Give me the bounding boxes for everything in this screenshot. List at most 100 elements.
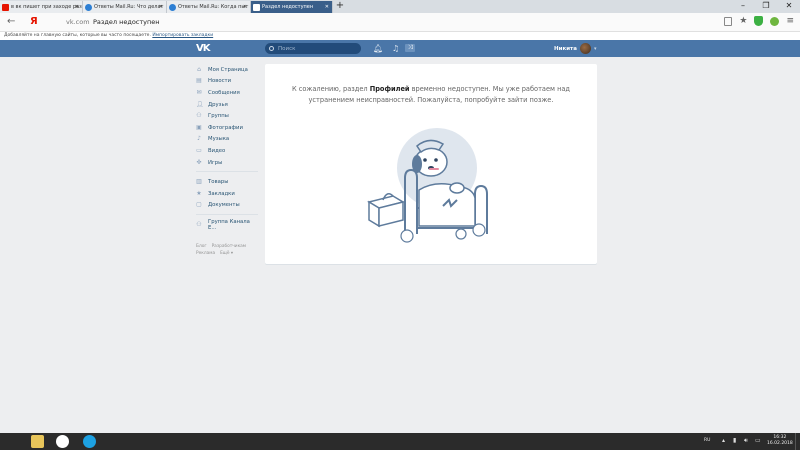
- sidebar-item-friends[interactable]: 👤︎ Друзья: [196, 99, 258, 111]
- language-indicator[interactable]: RU: [704, 438, 710, 443]
- sidebar-item-my-page[interactable]: ⌂ Моя Страница: [196, 64, 258, 76]
- browser-tab-1[interactable]: в вк пишет при заходе раз ✕: [0, 1, 83, 13]
- back-arrow-icon[interactable]: ←: [7, 16, 15, 27]
- protect-shield-icon[interactable]: [754, 16, 764, 26]
- sidebar-divider: [196, 171, 258, 173]
- yandex-browser-icon[interactable]: [56, 435, 69, 448]
- footer-link-ads[interactable]: Реклама: [196, 251, 215, 256]
- sidebar-item-group-channel[interactable]: ⚇ Группа Канала Е...: [196, 219, 258, 231]
- sidebar-item-photos[interactable]: ▣ Фотографии: [196, 122, 258, 134]
- friends-icon: 👤︎: [196, 100, 204, 108]
- sidebar-footer: Блог Разработчикам Реклама Ещё ▾: [196, 243, 258, 257]
- photo-icon: ▣: [196, 123, 202, 131]
- error-card: К сожалению, раздел Профилей временно не…: [265, 64, 597, 264]
- browser-menu-icon[interactable]: ≡: [786, 16, 794, 26]
- sidebar-item-label: Документы: [208, 202, 240, 209]
- reader-mode-icon[interactable]: [724, 16, 733, 26]
- left-sidebar: ⌂ Моя Страница ▤ Новости ✉ Сообщения 👤︎ Друз…: [196, 64, 258, 257]
- close-tab-icon[interactable]: ✕: [159, 4, 163, 10]
- games-icon: ✜: [196, 158, 202, 166]
- search-input[interactable]: [278, 45, 358, 52]
- sidebar-item-bookmarks[interactable]: ★ Закладки: [196, 188, 258, 200]
- sidebar-item-label: Друзья: [208, 101, 228, 108]
- sidebar-item-music[interactable]: ♪ Музыка: [196, 134, 258, 146]
- shuffle-icon[interactable]: ⤨: [405, 44, 415, 52]
- sidebar-item-label: Моя Страница: [208, 66, 248, 73]
- tab-title: в вк пишет при заходе раз: [11, 4, 82, 10]
- home-icon: ⌂: [197, 65, 201, 73]
- bookmark-star-icon[interactable]: ★: [739, 16, 747, 26]
- music-player-icon[interactable]: ♫: [392, 44, 399, 53]
- browser-tab-bar: в вк пишет при заходе раз ✕ Ответы Mail.…: [0, 0, 800, 13]
- mailru-favicon-icon: [169, 3, 176, 11]
- yandex-logo-icon[interactable]: Я: [30, 16, 38, 27]
- import-bookmarks-link[interactable]: Импортировать закладки: [152, 33, 213, 38]
- sidebar-item-news[interactable]: ▤ Новости: [196, 76, 258, 88]
- yandex-favicon-icon: [2, 3, 9, 11]
- notice-text: Добавляйте на главную сайты, которые вы …: [4, 33, 151, 38]
- clock[interactable]: 16:32 16.02.2018: [767, 435, 793, 447]
- groups-icon: ⚇: [196, 112, 202, 120]
- footer-link-blog[interactable]: Блог: [196, 244, 207, 249]
- sidebar-item-label: Закладки: [208, 190, 235, 197]
- clock-date: 16.02.2018: [767, 441, 793, 446]
- unavailable-message: К сожалению, раздел Профилей временно не…: [283, 84, 579, 106]
- message-section-name: Профилей: [369, 85, 410, 93]
- skype-icon[interactable]: [83, 435, 96, 448]
- close-tab-icon[interactable]: ✕: [325, 4, 329, 10]
- file-explorer-icon[interactable]: [31, 435, 44, 448]
- url-page-title[interactable]: Раздел недоступен: [93, 18, 160, 26]
- show-desktop-button[interactable]: [795, 433, 800, 450]
- group-icon: ⚇: [196, 220, 202, 228]
- sidebar-item-label: Фотографии: [208, 124, 243, 131]
- bookmarks-notice: Добавляйте на главную сайты, которые вы …: [0, 32, 800, 40]
- tab-title: Ответы Mail.Ru: Когда пыт: [178, 4, 249, 10]
- sidebar-item-label: Новости: [208, 78, 232, 85]
- sidebar-item-video[interactable]: ▭ Видео: [196, 145, 258, 157]
- mailru-favicon-icon: [85, 3, 92, 11]
- avatar: [579, 43, 591, 54]
- sidebar-item-messages[interactable]: ✉ Сообщения: [196, 87, 258, 99]
- windows-taskbar: RU ▴ ▮ 🔊︎ ▭ 16:32 16.02.2018: [0, 433, 800, 450]
- sidebar-item-goods[interactable]: ▥ Товары: [196, 176, 258, 188]
- extension-icon[interactable]: [770, 16, 780, 26]
- volume-icon[interactable]: 🔊︎: [744, 438, 748, 444]
- footer-link-developers[interactable]: Разработчикам: [212, 244, 246, 249]
- sidebar-divider: [196, 214, 258, 216]
- action-center-icon[interactable]: ▭: [755, 438, 761, 444]
- vk-favicon-icon: [253, 3, 260, 11]
- browser-tab-4[interactable]: Раздел недоступен ✕: [251, 1, 333, 13]
- news-icon: ▤: [196, 77, 202, 85]
- notifications-bell-icon[interactable]: 🔔︎: [373, 44, 383, 53]
- sidebar-item-label: Группа Канала Е...: [208, 218, 250, 231]
- sidebar-item-label: Сообщения: [208, 89, 240, 96]
- messages-icon: ✉: [196, 88, 202, 96]
- browser-tab-3[interactable]: Ответы Mail.Ru: Когда пыт ✕: [167, 1, 251, 13]
- close-window-button[interactable]: ✕: [782, 0, 796, 13]
- tab-title: Ответы Mail.Ru: Что делат: [94, 4, 164, 10]
- sidebar-item-label: Игры: [208, 159, 223, 166]
- close-tab-icon[interactable]: ✕: [75, 4, 79, 10]
- new-tab-button[interactable]: +: [333, 0, 347, 13]
- search-box[interactable]: [265, 43, 361, 54]
- browser-tab-2[interactable]: Ответы Mail.Ru: Что делат ✕: [83, 1, 167, 13]
- sidebar-item-groups[interactable]: ⚇ Группы: [196, 110, 258, 122]
- user-name: Никита: [554, 45, 577, 52]
- close-tab-icon[interactable]: ✕: [243, 4, 247, 10]
- video-icon: ▭: [196, 146, 202, 154]
- address-bar-actions: ★ ≡: [724, 16, 794, 26]
- vk-logo-icon[interactable]: VK: [196, 43, 212, 54]
- user-menu[interactable]: Никита ▾: [554, 43, 596, 54]
- footer-link-more[interactable]: Ещё ▾: [220, 251, 233, 256]
- network-icon[interactable]: ▮: [733, 438, 736, 444]
- sidebar-item-games[interactable]: ✜ Игры: [196, 157, 258, 169]
- maximize-button[interactable]: ❐: [759, 0, 773, 13]
- sidebar-item-documents[interactable]: ▢ Документы: [196, 200, 258, 212]
- tray-expand-icon[interactable]: ▴: [722, 438, 725, 444]
- vk-header: VK 🔔︎ ♫ ⤨ Никита ▾: [0, 40, 800, 57]
- goods-icon: ▥: [196, 178, 202, 186]
- sidebar-item-label: Видео: [208, 147, 226, 154]
- minimize-button[interactable]: –: [736, 0, 750, 13]
- message-text-start: К сожалению, раздел: [292, 85, 370, 93]
- url-host[interactable]: vk.com: [66, 18, 90, 26]
